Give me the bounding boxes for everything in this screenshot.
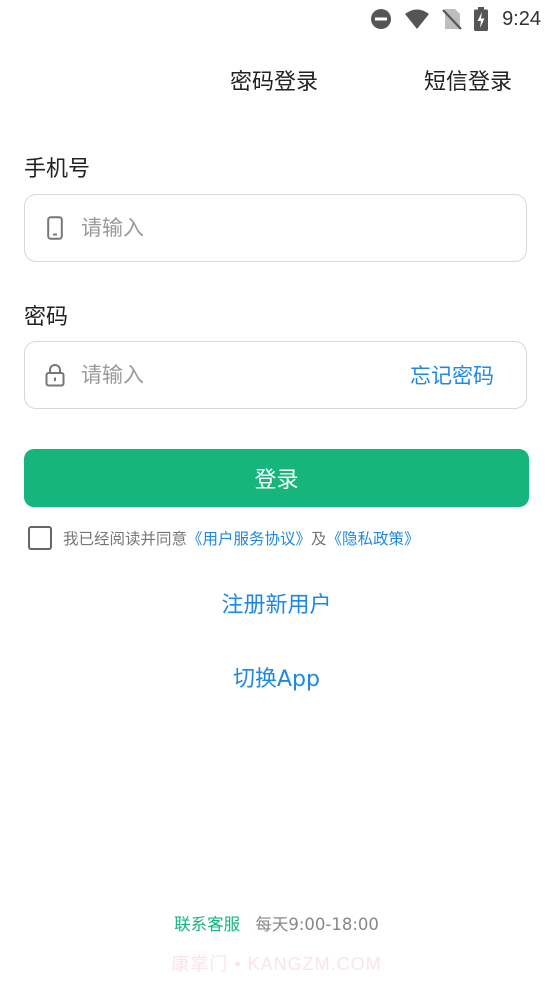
phone-input[interactable] (79, 207, 526, 249)
password-label: 密码 (24, 305, 69, 330)
customer-service-link[interactable]: 联系客服 (174, 915, 240, 934)
register-link[interactable]: 注册新用户 (0, 587, 553, 619)
privacy-policy-link[interactable]: 《隐私政策》 (327, 527, 420, 549)
status-bar: 9:24 (0, 0, 553, 38)
login-button[interactable]: 登录 (24, 449, 529, 507)
lock-icon (43, 363, 67, 387)
phone-label: 手机号 (24, 157, 91, 182)
phone-input-box[interactable] (24, 194, 527, 262)
status-time: 9:24 (502, 7, 541, 30)
agreement-row: 我已经阅读并同意 《用户服务协议》 及 《隐私政策》 (28, 523, 420, 553)
agreement-text: 我已经阅读并同意 (63, 530, 188, 548)
tab-sms-login[interactable]: 短信登录 (424, 64, 512, 96)
battery-charging-icon (474, 7, 489, 31)
wifi-icon (404, 8, 430, 30)
phone-icon (43, 216, 67, 240)
password-input-box[interactable]: 忘记密码 (24, 341, 527, 409)
service-hours: 每天9:00-18:00 (255, 915, 379, 934)
user-agreement-link[interactable]: 《用户服务协议》 (187, 527, 311, 549)
no-sim-icon (442, 8, 462, 30)
do-not-disturb-icon (370, 8, 392, 30)
agreement-checkbox[interactable] (28, 526, 52, 550)
forgot-password-link[interactable]: 忘记密码 (410, 360, 494, 390)
footer: 联系客服 每天9:00-18:00 (0, 911, 553, 935)
watermark: 康掌门 • KANGZM.COM (171, 954, 382, 974)
agreement-and-text: 及 (311, 530, 327, 548)
tab-password-login[interactable]: 密码登录 (230, 64, 318, 96)
login-tabs: 密码登录 短信登录 (0, 64, 553, 100)
status-icons: 9:24 (370, 6, 541, 32)
switch-app-link[interactable]: 切换App (0, 661, 553, 693)
password-input[interactable] (79, 354, 410, 396)
